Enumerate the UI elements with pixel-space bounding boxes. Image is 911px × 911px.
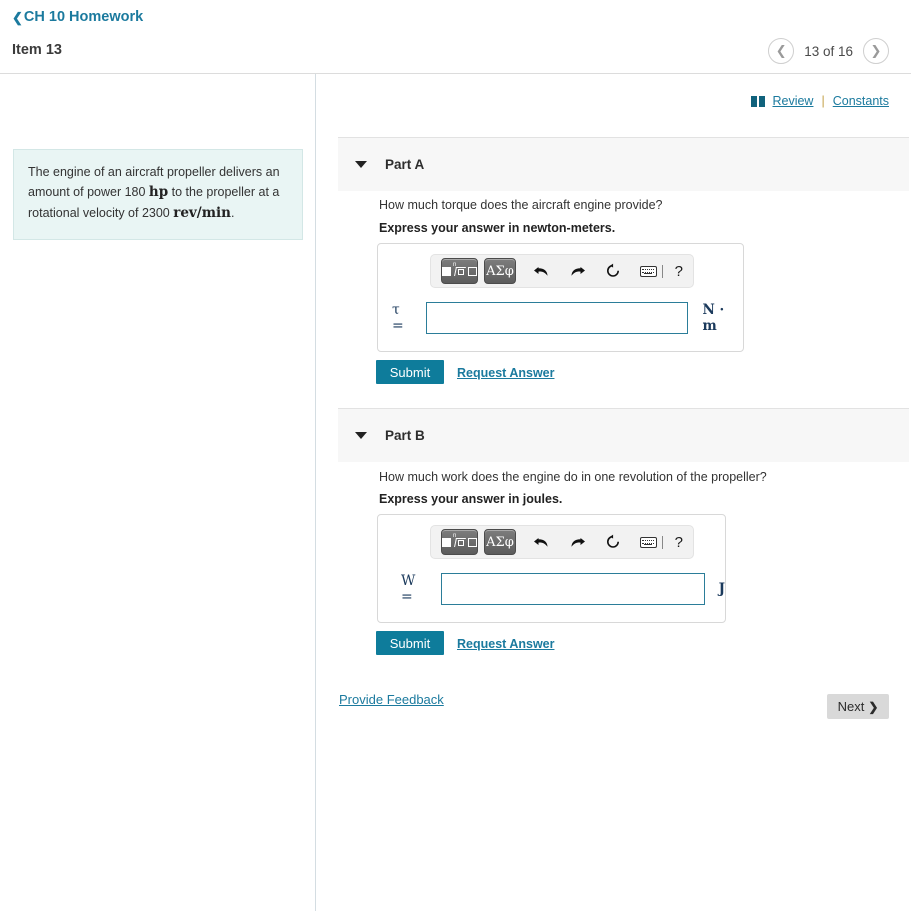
part-b-answer-row: W = J [401, 573, 725, 605]
filled-square-icon [442, 266, 451, 276]
part-a-answer-row: τ = N · m [392, 302, 743, 334]
redo-arrow-icon[interactable] [569, 535, 586, 550]
book-icon [751, 95, 766, 107]
problem-sidebar: The engine of an aircraft propeller deli… [0, 74, 316, 911]
part-b-request-answer-link[interactable]: Request Answer [457, 637, 554, 651]
part-a-math-toolbar: n ΑΣφ ? [430, 254, 694, 288]
greek-letters-button[interactable]: ΑΣφ [484, 258, 516, 284]
toolbar-separator: | [821, 94, 825, 108]
part-b-instruction: Express your answer in joules. [379, 492, 563, 506]
part-b-answer-widget: n ΑΣφ ? W = J [377, 514, 726, 623]
math-template-button[interactable]: n [441, 258, 478, 284]
filled-square-icon [442, 537, 451, 547]
caret-down-icon[interactable] [355, 161, 367, 168]
review-constants-toolbar: Review | Constants [751, 94, 889, 108]
nth-root-icon: n [453, 262, 466, 278]
main-content: Review | Constants Part A How much torqu… [317, 74, 911, 911]
part-b-variable-label: W = [401, 573, 416, 605]
part-a-instruction: Express your answer in newton-meters. [379, 221, 616, 235]
constants-link[interactable]: Constants [833, 94, 889, 108]
provide-feedback-link[interactable]: Provide Feedback [339, 692, 444, 707]
breadcrumb-label: CH 10 Homework [23, 9, 144, 25]
part-a-unit-label: N · m [702, 302, 725, 334]
help-button[interactable]: ? [675, 534, 683, 551]
part-b-submit-button[interactable]: Submit [376, 631, 444, 655]
part-b-answer-input[interactable] [441, 573, 705, 605]
part-a-answer-widget: n ΑΣφ ? τ = N · m [377, 243, 744, 352]
text-cursor-indicator [661, 535, 663, 549]
part-b-header[interactable]: Part B [338, 408, 909, 462]
undo-arrow-icon[interactable] [533, 535, 550, 550]
part-b-label: Part B [385, 428, 425, 443]
item-pager: ❮ 13 of 16 ❯ [768, 38, 889, 64]
part-a-header[interactable]: Part A [338, 137, 909, 191]
greek-letters-label: ΑΣφ [486, 534, 514, 550]
redo-arrow-icon[interactable] [569, 264, 586, 279]
problem-line-3-post: . [230, 206, 235, 221]
keyboard-icon[interactable] [639, 536, 657, 548]
part-a-submit-button[interactable]: Submit [376, 360, 444, 384]
problem-line-1: The engine of an aircraft propeller deli… [28, 165, 280, 179]
open-square-icon [468, 266, 477, 276]
greek-letters-button[interactable]: ΑΣφ [484, 529, 516, 555]
reset-circular-arrow-icon[interactable] [605, 263, 621, 279]
part-b-math-toolbar: n ΑΣφ ? [430, 525, 694, 559]
problem-line-2-post: to the propeller at a [168, 185, 280, 200]
help-button[interactable]: ? [675, 263, 683, 280]
part-a-request-answer-link[interactable]: Request Answer [457, 366, 554, 380]
part-b-unit-label: J [718, 581, 725, 597]
problem-line-2-pre: amount of power 180 [28, 185, 149, 200]
help-label: ? [674, 533, 683, 551]
page-title: Item 13 [12, 42, 62, 58]
nth-root-icon: n [453, 533, 466, 549]
chevron-right-icon: ❯ [868, 699, 879, 714]
part-a-label: Part A [385, 157, 425, 172]
part-a-question: How much torque does the aircraft engine… [379, 198, 663, 212]
undo-arrow-icon[interactable] [533, 264, 550, 279]
problem-statement: The engine of an aircraft propeller deli… [13, 149, 303, 241]
greek-letters-label: ΑΣφ [486, 263, 514, 279]
rotational-velocity-unit: rev/min [173, 205, 231, 222]
math-template-button[interactable]: n [441, 529, 478, 555]
breadcrumb-back-link[interactable]: ❮ CH 10 Homework [12, 9, 143, 25]
next-button[interactable]: Next ❯ [827, 694, 889, 719]
text-cursor-indicator [661, 264, 663, 278]
pager-prev-button[interactable]: ❮ [768, 38, 795, 64]
reset-circular-arrow-icon[interactable] [605, 534, 621, 550]
part-a-answer-input[interactable] [425, 302, 689, 334]
keyboard-icon[interactable] [639, 265, 657, 277]
part-a-variable-label: τ = [392, 302, 404, 334]
open-square-icon [468, 537, 477, 547]
top-header-bar: ❮ CH 10 Homework Item 13 ❮ 13 of 16 ❯ [0, 0, 911, 74]
next-button-label: Next [837, 699, 865, 714]
chevron-left-icon: ❮ [12, 9, 23, 25]
problem-line-3-pre: rotational velocity of 2300 [28, 206, 174, 221]
pager-next-button[interactable]: ❯ [863, 38, 889, 64]
caret-down-icon[interactable] [355, 432, 367, 439]
pager-position-label: 13 of 16 [804, 43, 853, 59]
power-unit: hp [148, 184, 169, 201]
help-label: ? [674, 262, 683, 280]
part-b-question: How much work does the engine do in one … [379, 470, 767, 484]
review-link[interactable]: Review [772, 94, 813, 108]
